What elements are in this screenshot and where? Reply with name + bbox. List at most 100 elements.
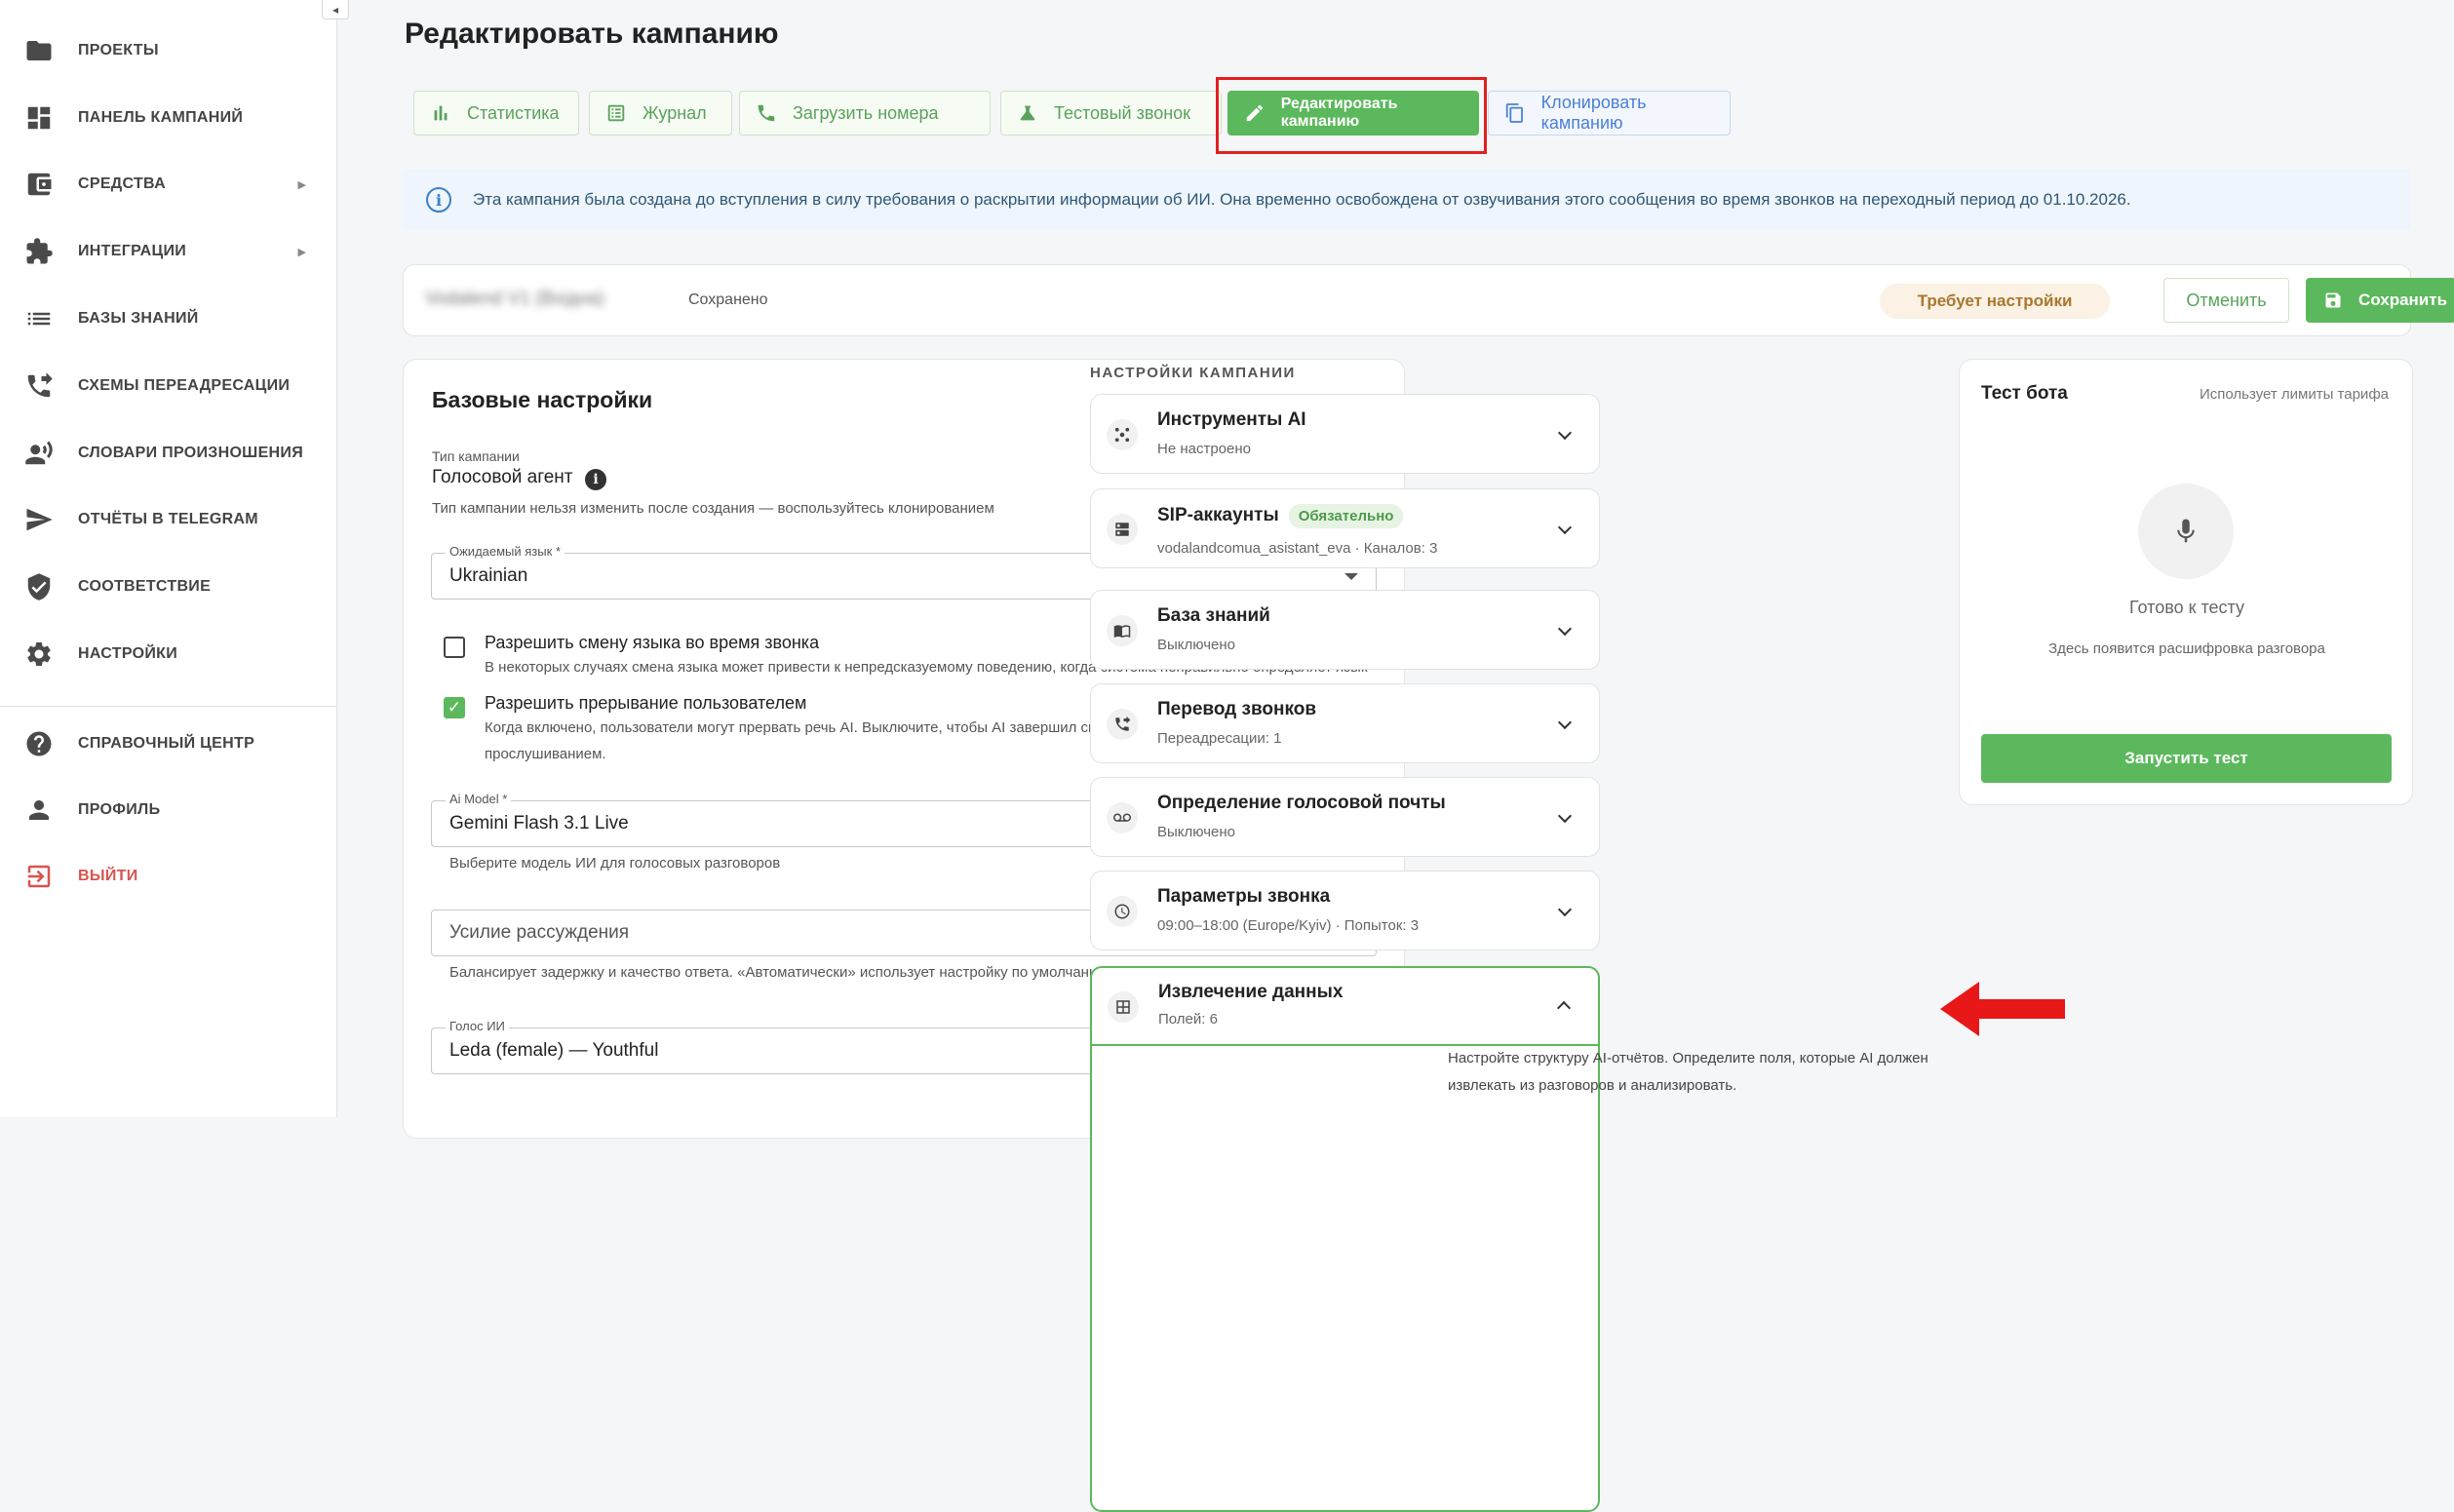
expand-arrow-icon: ▶ (297, 178, 306, 191)
clock-icon (1114, 904, 1130, 919)
sidebar-divider (0, 706, 337, 707)
sidebar-item-compliance[interactable]: СООТВЕТСТВИЕ (0, 558, 337, 616)
shield-icon (27, 573, 51, 601)
folder-icon (26, 41, 52, 60)
sidebar-item-telegram[interactable]: ОТЧЁТЫ В TELEGRAM (0, 490, 337, 549)
journal-icon (607, 104, 625, 122)
sidebar-item-settings[interactable]: НАСТРОЙКИ (0, 625, 337, 683)
list-icon (27, 312, 51, 326)
accordion-call-transfer[interactable]: Перевод звонков Переадресации: 1 (1090, 683, 1600, 763)
chevron-up-icon (1556, 1000, 1572, 1016)
campaign-name[interactable]: Vodalend V1 (Вхідна) (425, 289, 604, 310)
tab-journal[interactable]: Журнал (589, 91, 732, 136)
sidebar-item-knowledge[interactable]: БАЗЫ ЗНАНИЙ (0, 290, 337, 348)
dropdown-arrow-icon (1344, 573, 1358, 580)
chevron-down-icon (1557, 621, 1573, 637)
accordion-subtitle: Не настроено (1157, 441, 1251, 457)
tab-label: Тестовый звонок (1054, 102, 1191, 123)
annotation-arrow-icon (1940, 982, 2065, 1036)
accordion-ai-tools[interactable]: Инструменты AI Не настроено (1090, 394, 1600, 474)
ready-status: Готово к тесту (2129, 598, 2244, 617)
tab-label: Загрузить номера (793, 102, 939, 123)
send-icon (26, 508, 53, 531)
sidebar: ◂ ПРОЕКТЫ ПАНЕЛЬ КАМПАНИЙ СРЕДСТВА ▶ ИНТ… (0, 0, 349, 1117)
server-icon (1115, 523, 1129, 536)
banner-text: Эта кампания была создана до вступления … (473, 190, 2131, 209)
tab-test-call[interactable]: Тестовый звонок (1000, 91, 1222, 136)
accordion-subtitle: Переадресации: 1 (1157, 730, 1282, 747)
dashboard-icon (27, 106, 51, 130)
chevron-down-icon (1557, 520, 1573, 535)
status-badge: Требует настройки (1880, 284, 2110, 319)
allow-interrupt-checkbox[interactable]: ✓ (444, 697, 465, 718)
voicemail-icon (1113, 813, 1131, 822)
logout-icon (27, 865, 51, 888)
field-label: Ai Model * (446, 792, 512, 806)
cancel-button[interactable]: Отменить (2163, 278, 2289, 323)
save-label: Сохранить (2358, 291, 2448, 309)
phone-icon (758, 104, 775, 122)
sidebar-item-label: ПРОЕКТЫ (78, 42, 159, 58)
sidebar-item-label: СПРАВОЧНЫЙ ЦЕНТР (78, 735, 255, 752)
sidebar-item-label: ИНТЕГРАЦИИ (78, 243, 187, 259)
save-status: Сохранено (688, 291, 768, 308)
run-test-button[interactable]: Запустить тест (1981, 734, 2392, 783)
page-title: Редактировать кампанию (405, 18, 779, 50)
sidebar-item-profile[interactable]: ПРОФИЛЬ (0, 781, 337, 839)
info-icon[interactable]: i (585, 469, 606, 490)
chevron-down-icon (1557, 425, 1573, 441)
sidebar-item-label: ПАНЕЛЬ КАМПАНИЙ (78, 109, 244, 126)
person-icon (29, 800, 49, 820)
sidebar-item-label: СЛОВАРИ ПРОИЗНОШЕНИЯ (78, 445, 303, 461)
sidebar-item-campaigns[interactable]: ПАНЕЛЬ КАМПАНИЙ (0, 89, 337, 147)
sidebar-item-funds[interactable]: СРЕДСТВА ▶ (0, 155, 337, 213)
accordion-voicemail-detection[interactable]: Определение голосовой почты Выключено (1090, 777, 1600, 857)
accordion-title: SIP-аккаунты Обязательно (1157, 504, 1404, 528)
sidebar-item-label: ОТЧЁТЫ В TELEGRAM (78, 511, 258, 527)
bar-chart-icon (434, 105, 448, 121)
accordion-title: Извлечение данных (1158, 982, 1344, 1002)
accordion-title: Инструменты AI (1157, 409, 1306, 430)
accordion-subtitle: Выключено (1157, 824, 1235, 840)
phone-forward-icon (27, 372, 53, 398)
switch-language-checkbox[interactable] (444, 637, 465, 658)
accordion-sip-accounts[interactable]: SIP-аккаунты Обязательно vodalandcomua_as… (1090, 488, 1600, 568)
save-button[interactable]: Сохранить (2306, 278, 2454, 323)
sidebar-item-help-center[interactable]: СПРАВОЧНЫЙ ЦЕНТР (0, 715, 337, 773)
voice-icon (25, 441, 53, 465)
info-banner: i Эта кампания была создана до вступлени… (403, 170, 2411, 230)
chevron-down-icon (1557, 715, 1573, 730)
wallet-icon (27, 173, 52, 196)
field-label: Ожидаемый язык * (446, 544, 565, 559)
expand-arrow-icon: ▶ (297, 246, 306, 258)
tab-upload-numbers[interactable]: Загрузить номера (739, 91, 991, 136)
sidebar-item-label: ПРОФИЛЬ (78, 801, 161, 818)
accordion-knowledge-base[interactable]: База знаний Выключено (1090, 590, 1600, 670)
field-value: Leda (female) — Youthful (449, 1040, 659, 1061)
sidebar-item-integrations[interactable]: ИНТЕГРАЦИИ ▶ (0, 222, 337, 281)
sidebar-item-label: БАЗЫ ЗНАНИЙ (78, 310, 199, 327)
book-icon (1113, 625, 1131, 639)
description-line: Настройте структуру AI-отчётов. Определи… (1448, 1050, 1928, 1066)
field-placeholder: Усилие рассуждения (449, 922, 630, 943)
sidebar-item-label: СООТВЕТСТВИЕ (78, 578, 212, 595)
sidebar-item-forwarding[interactable]: СХЕМЫ ПЕРЕАДРЕСАЦИИ (0, 357, 337, 415)
accordion-title-text: SIP-аккаунты (1157, 505, 1279, 525)
sidebar-item-label: ВЫЙТИ (78, 868, 138, 884)
sidebar-item-pronunciation[interactable]: СЛОВАРИ ПРОИЗНОШЕНИЯ (0, 424, 337, 483)
tab-clone-campaign[interactable]: Клонировать кампанию (1488, 91, 1731, 136)
card-title: Базовые настройки (432, 387, 653, 412)
tab-label: Журнал (643, 102, 707, 123)
bot-test-card: Тест бота Использует лимиты тарифа Готов… (1959, 359, 2413, 805)
field-label: Голос ИИ (446, 1019, 509, 1033)
sidebar-item-logout[interactable]: ВЫЙТИ (0, 847, 337, 906)
accordion-call-parameters[interactable]: Параметры звонка 09:00–18:00 (Europe/Kyi… (1090, 871, 1600, 950)
tab-label: Клонировать кампанию (1540, 93, 1647, 133)
campaign-type-help: Тип кампании нельзя изменить после созда… (432, 500, 994, 517)
sidebar-item-projects[interactable]: ПРОЕКТЫ (0, 21, 337, 80)
sidebar-item-label: СХЕМЫ ПЕРЕАДРЕСАЦИИ (78, 377, 291, 394)
checkbox-help: прослушиванием. (485, 746, 606, 762)
tab-statistics[interactable]: Статистика (413, 91, 579, 136)
campaign-type-label: Тип кампании (432, 448, 520, 464)
mic-button[interactable] (2138, 484, 2234, 579)
